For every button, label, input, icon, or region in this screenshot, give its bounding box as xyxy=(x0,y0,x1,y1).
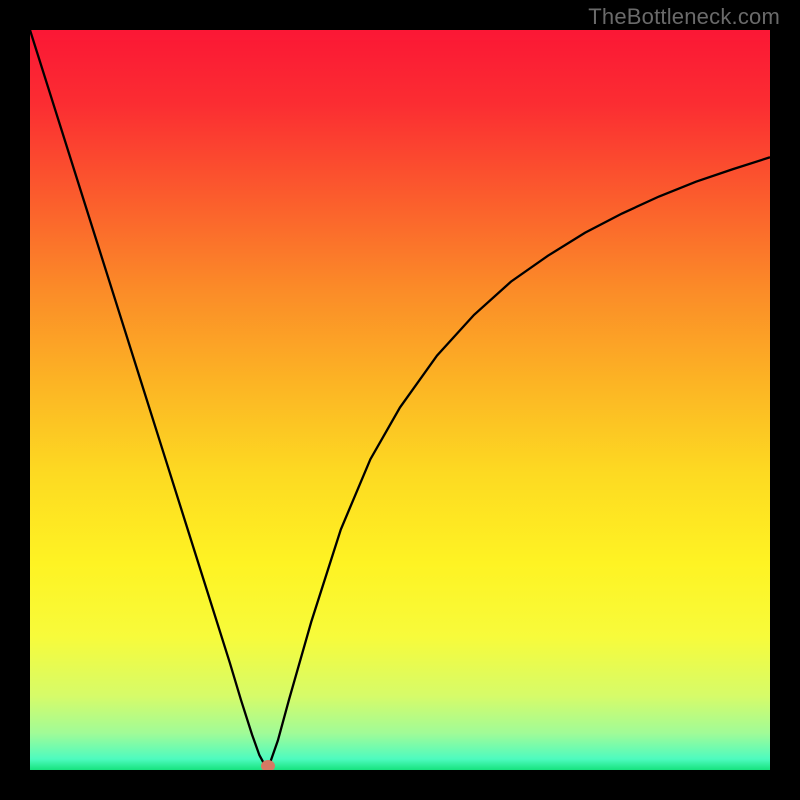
gradient-background xyxy=(30,30,770,770)
plot-svg xyxy=(30,30,770,770)
watermark-text: TheBottleneck.com xyxy=(588,4,780,30)
chart-frame: TheBottleneck.com xyxy=(0,0,800,800)
plot-area xyxy=(30,30,770,770)
optimal-point-marker xyxy=(261,760,275,770)
